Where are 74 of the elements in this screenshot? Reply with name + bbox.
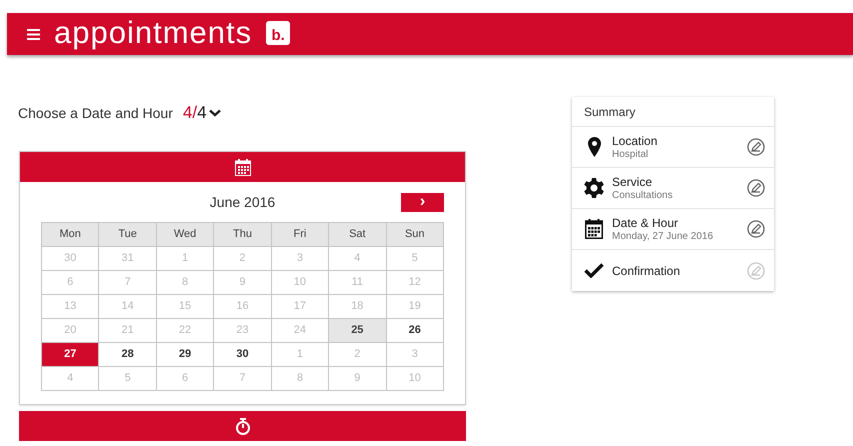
day-cell: 17 bbox=[271, 294, 329, 318]
day-cell: 23 bbox=[214, 318, 272, 342]
day-cell: 31 bbox=[98, 246, 156, 270]
weekday-header: Tue bbox=[98, 222, 156, 246]
day-cell: 22 bbox=[156, 318, 214, 342]
day-cell: 1 bbox=[271, 342, 329, 366]
day-cell: 3 bbox=[386, 342, 444, 366]
day-cell: 10 bbox=[271, 270, 329, 294]
summary-item-title: Date & Hour bbox=[612, 216, 680, 230]
day-cell: 4 bbox=[328, 246, 386, 270]
day-cell: 19 bbox=[386, 294, 444, 318]
day-cell[interactable]: 25 bbox=[328, 318, 386, 342]
day-cell[interactable]: 30 bbox=[214, 342, 272, 366]
edit-icon[interactable] bbox=[747, 179, 765, 197]
summary-title: Summary bbox=[584, 104, 636, 120]
summary-item-detail: Hospital bbox=[612, 148, 650, 160]
day-cell: 21 bbox=[98, 318, 156, 342]
day-cell: 30 bbox=[42, 246, 99, 270]
day-cell[interactable]: 27 bbox=[42, 342, 99, 366]
day-cell: 15 bbox=[156, 294, 214, 318]
day-cell: 14 bbox=[98, 294, 156, 318]
day-cell: 4 bbox=[42, 366, 99, 390]
edit-icon[interactable] bbox=[747, 138, 765, 156]
day-cell: 7 bbox=[98, 270, 156, 294]
edit-icon[interactable] bbox=[747, 220, 765, 238]
day-cell: 16 bbox=[214, 294, 272, 318]
summary-item-title: Service bbox=[612, 174, 654, 188]
step-counter[interactable]: 4/4 bbox=[182, 100, 221, 126]
chevron-down-icon[interactable] bbox=[208, 109, 221, 117]
calendar-icon bbox=[234, 158, 250, 176]
summary-item-title: Confirmation bbox=[612, 264, 682, 278]
day-cell: 20 bbox=[42, 318, 99, 342]
day-cell: 3 bbox=[271, 246, 329, 270]
map-pin-icon bbox=[588, 137, 600, 157]
summary-item-detail: Consultations bbox=[612, 188, 674, 202]
day-cell: 6 bbox=[156, 366, 214, 390]
day-cell: 2 bbox=[328, 342, 386, 366]
step-label: Choose a Date and Hour bbox=[18, 104, 173, 122]
checkmark-icon bbox=[584, 263, 604, 278]
day-cell: 13 bbox=[42, 294, 99, 318]
day-cell: 8 bbox=[156, 270, 214, 294]
logo-letter: b. bbox=[271, 28, 285, 45]
next-month-button[interactable]: › bbox=[401, 193, 444, 212]
day-cell: 7 bbox=[214, 366, 272, 390]
day-cell: 18 bbox=[328, 294, 386, 318]
gear-icon bbox=[584, 178, 604, 198]
day-cell: 10 bbox=[386, 366, 444, 390]
weekday-header: Thu bbox=[214, 222, 272, 246]
day-cell: 24 bbox=[271, 318, 329, 342]
summary-item-detail: Monday, 27 June 2016 bbox=[612, 230, 714, 242]
day-cell[interactable]: 29 bbox=[156, 342, 214, 366]
weekday-header: Fri bbox=[271, 222, 329, 246]
app-title: appointments bbox=[54, 16, 252, 52]
weekday-header: Sat bbox=[328, 222, 386, 246]
weekday-header: Wed bbox=[156, 222, 214, 246]
day-cell: 9 bbox=[214, 270, 272, 294]
day-cell: 5 bbox=[386, 246, 444, 270]
day-cell: 1 bbox=[156, 246, 214, 270]
month-title: June 2016 bbox=[210, 192, 276, 212]
day-cell: 9 bbox=[328, 366, 386, 390]
menu-icon[interactable] bbox=[27, 28, 40, 40]
day-cell: 6 bbox=[42, 270, 99, 294]
summary-item-title: Location bbox=[612, 134, 658, 148]
weekday-header: Mon bbox=[42, 222, 99, 246]
day-cell: 8 bbox=[271, 366, 329, 390]
calendar-icon bbox=[585, 219, 603, 239]
day-cell: 5 bbox=[98, 366, 156, 390]
day-cell: 12 bbox=[386, 270, 444, 294]
day-cell: 2 bbox=[214, 246, 272, 270]
day-cell[interactable]: 28 bbox=[98, 342, 156, 366]
weekday-header: Sun bbox=[386, 222, 444, 246]
stopwatch-icon bbox=[234, 418, 250, 434]
day-cell[interactable]: 26 bbox=[386, 318, 444, 342]
day-cell: 11 bbox=[328, 270, 386, 294]
